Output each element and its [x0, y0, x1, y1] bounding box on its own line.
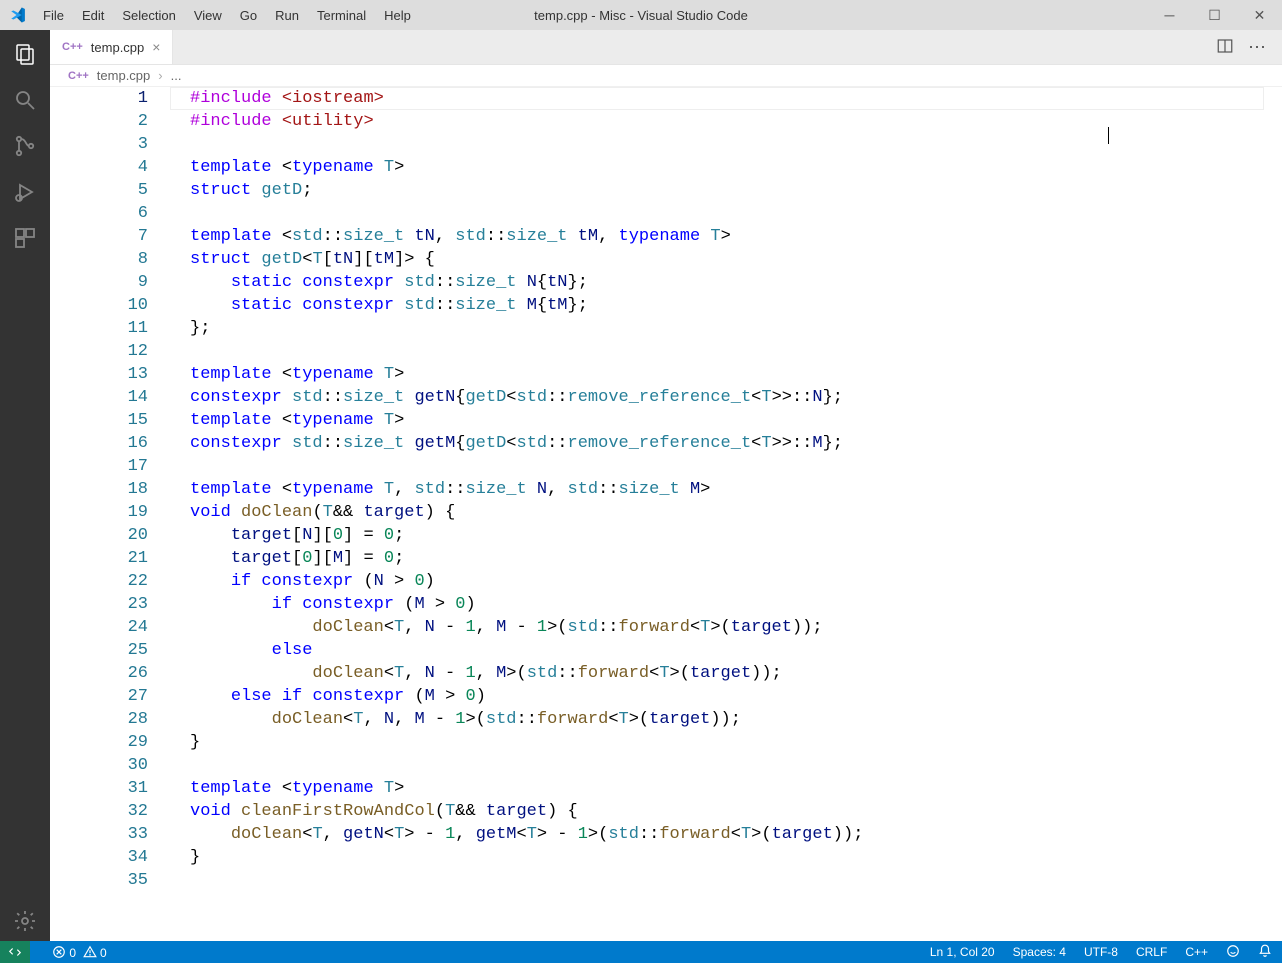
run-debug-icon[interactable] [11, 178, 39, 206]
menu-selection[interactable]: Selection [114, 4, 183, 27]
status-problems[interactable]: 0 0 [52, 945, 107, 960]
breadcrumb-more: ... [171, 68, 182, 83]
editor-tabs: C++ temp.cpp × ⋯ [50, 30, 1282, 65]
code-content[interactable]: #include <iostream>#include <utility> te… [190, 87, 1262, 892]
explorer-icon[interactable] [11, 40, 39, 68]
line-number-gutter: 1234567891011121314151617181920212223242… [50, 87, 170, 892]
tab-lang-badge: C++ [62, 41, 83, 53]
source-control-icon[interactable] [11, 132, 39, 160]
status-error-count: 0 [69, 946, 76, 960]
menu-bar: File Edit Selection View Go Run Terminal… [35, 4, 419, 27]
menu-terminal[interactable]: Terminal [309, 4, 374, 27]
activity-bar [0, 30, 50, 941]
window-minimize-icon[interactable]: ─ [1147, 0, 1192, 30]
editor-more-icon[interactable]: ⋯ [1248, 37, 1268, 58]
window-close-icon[interactable]: ✕ [1237, 0, 1282, 30]
menu-file[interactable]: File [35, 4, 72, 27]
breadcrumb-lang-badge: C++ [68, 70, 89, 82]
status-cursor-position[interactable]: Ln 1, Col 20 [930, 945, 995, 959]
remote-indicator-icon[interactable] [0, 941, 30, 963]
status-indentation[interactable]: Spaces: 4 [1013, 945, 1066, 959]
text-cursor [1108, 127, 1109, 144]
status-feedback-icon[interactable] [1226, 944, 1240, 961]
extensions-icon[interactable] [11, 224, 39, 252]
menu-edit[interactable]: Edit [74, 4, 112, 27]
status-bar: 0 0 Ln 1, Col 20 Spaces: 4 UTF-8 CRLF C+… [0, 941, 1282, 963]
status-language-mode[interactable]: C++ [1185, 945, 1208, 959]
status-notifications-icon[interactable] [1258, 944, 1272, 961]
settings-gear-icon[interactable] [11, 913, 39, 941]
menu-help[interactable]: Help [376, 4, 419, 27]
code-editor[interactable]: 1234567891011121314151617181920212223242… [50, 87, 1282, 941]
menu-run[interactable]: Run [267, 4, 307, 27]
tab-filename: temp.cpp [91, 40, 144, 55]
search-icon[interactable] [11, 86, 39, 114]
menu-go[interactable]: Go [232, 4, 265, 27]
vscode-logo-icon [0, 6, 35, 24]
status-warning-count: 0 [100, 946, 107, 960]
split-editor-icon[interactable] [1216, 37, 1234, 58]
window-maximize-icon[interactable]: ☐ [1192, 0, 1237, 30]
status-encoding[interactable]: UTF-8 [1084, 945, 1118, 959]
tab-temp-cpp[interactable]: C++ temp.cpp × [50, 30, 173, 64]
breadcrumb[interactable]: C++ temp.cpp › ... [50, 65, 1282, 87]
titlebar: File Edit Selection View Go Run Terminal… [0, 0, 1282, 30]
status-eol[interactable]: CRLF [1136, 945, 1167, 959]
tab-close-icon[interactable]: × [152, 39, 160, 55]
menu-view[interactable]: View [186, 4, 230, 27]
breadcrumb-filename: temp.cpp [97, 68, 150, 83]
chevron-right-icon: › [158, 68, 162, 83]
